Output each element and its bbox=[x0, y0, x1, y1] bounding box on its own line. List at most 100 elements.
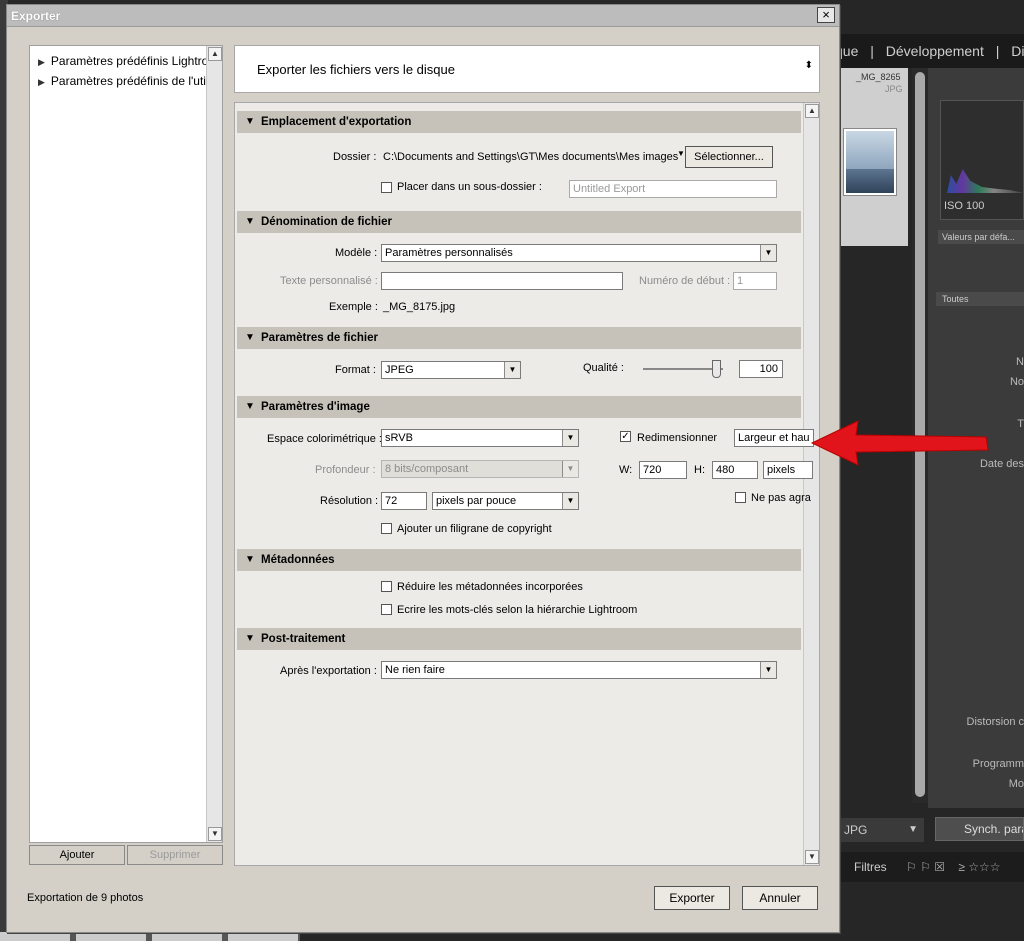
iso-readout: ISO 100 bbox=[944, 200, 985, 212]
photo-thumbnail[interactable] bbox=[843, 128, 897, 196]
metadata-label: No bbox=[1009, 376, 1024, 388]
template-label: Modèle : bbox=[335, 247, 378, 259]
section-title: Emplacement d'exportation bbox=[261, 116, 412, 128]
thumb-sky bbox=[846, 131, 894, 169]
template-select[interactable]: Paramètres personnalisés ▼ bbox=[381, 244, 777, 262]
select-folder-button[interactable]: Sélectionner... bbox=[685, 146, 773, 168]
preset-scrollbar[interactable]: ▲ ▼ bbox=[206, 46, 222, 842]
example-label: Exemple : bbox=[329, 301, 378, 313]
export-button[interactable]: Exporter bbox=[654, 886, 730, 910]
module-developpement[interactable]: Développement bbox=[886, 43, 984, 59]
section-header-file[interactable]: ▼ Paramètres de fichier bbox=[237, 327, 801, 349]
watermark-checkbox[interactable] bbox=[381, 523, 392, 534]
minimize-metadata-checkbox[interactable] bbox=[381, 581, 392, 592]
histogram-graph bbox=[947, 169, 1024, 193]
section-header-location[interactable]: ▼ Emplacement d'exportation bbox=[237, 111, 801, 133]
scroll-up-icon[interactable]: ▲ bbox=[805, 104, 819, 118]
close-button[interactable]: × bbox=[817, 7, 835, 23]
expand-triangle-icon[interactable]: ▶ bbox=[38, 57, 45, 67]
section-header-post-processing[interactable]: ▼ Post-traitement bbox=[237, 628, 801, 650]
template-value: Paramètres personnalisés bbox=[385, 247, 513, 259]
chevron-down-icon: ▼ bbox=[562, 430, 578, 446]
export-count-status: Exportation de 9 photos bbox=[27, 892, 144, 904]
start-number-input[interactable]: 1 bbox=[733, 272, 777, 290]
metadata-label: Programm bbox=[972, 758, 1024, 770]
format-label: Format : bbox=[335, 364, 376, 376]
add-preset-button[interactable]: Ajouter bbox=[29, 845, 125, 865]
metadata-label: T bbox=[1017, 418, 1024, 430]
section-header-image[interactable]: ▼ Paramètres d'image bbox=[237, 396, 801, 418]
file-type-dropdown[interactable]: JPG ▼ bbox=[840, 818, 924, 842]
format-value: JPEG bbox=[385, 364, 414, 376]
preset-group-label: Paramètres prédéfinis Lightroom bbox=[50, 54, 210, 68]
after-export-value: Ne rien faire bbox=[385, 664, 445, 676]
quality-slider-thumb[interactable] bbox=[712, 360, 721, 378]
color-space-select[interactable]: sRVB ▼ bbox=[381, 429, 579, 447]
remove-preset-button[interactable]: Supprimer bbox=[127, 845, 223, 865]
resize-mode-select[interactable]: Largeur et hau bbox=[734, 429, 814, 447]
section-header-naming[interactable]: ▼ Dénomination de fichier bbox=[237, 211, 801, 233]
module-picker: que | Développement | Dia bbox=[835, 34, 1024, 68]
chevron-down-icon: ▼ bbox=[908, 824, 918, 835]
module-separator: | bbox=[870, 43, 874, 59]
resolution-unit-select[interactable]: pixels par pouce ▼ bbox=[432, 492, 579, 510]
subfolder-input[interactable]: Untitled Export bbox=[569, 180, 777, 198]
dialog-titlebar[interactable]: Exporter × bbox=[7, 5, 839, 27]
collapse-triangle-icon: ▼ bbox=[245, 633, 255, 644]
filmstrip-thumbs bbox=[0, 932, 300, 941]
color-space-value: sRVB bbox=[385, 432, 413, 444]
star-filter-icon[interactable]: ≥ ☆☆☆ bbox=[958, 860, 1000, 874]
resize-checkbox[interactable]: ✓ bbox=[620, 431, 631, 442]
after-export-select[interactable]: Ne rien faire ▼ bbox=[381, 661, 777, 679]
collapse-triangle-icon: ▼ bbox=[245, 401, 255, 412]
file-type-value: JPG bbox=[844, 823, 868, 837]
quality-label: Qualité : bbox=[583, 362, 624, 374]
chevron-down-icon: ▼ bbox=[562, 461, 578, 477]
module-separator: | bbox=[995, 43, 1000, 59]
export-destination-select[interactable]: Exporter les fichiers vers le disque ⬍ bbox=[234, 45, 820, 93]
no-enlarge-checkbox[interactable] bbox=[735, 492, 746, 503]
preset-group-user[interactable]: ▶ Paramètres prédéfinis de l'utilisateur bbox=[38, 74, 210, 88]
width-input[interactable]: 720 bbox=[639, 461, 687, 479]
subfolder-checkbox[interactable] bbox=[381, 182, 392, 193]
format-select[interactable]: JPEG ▼ bbox=[381, 361, 521, 379]
sync-settings-button[interactable]: Synch. para bbox=[935, 817, 1024, 841]
color-space-label: Espace colorimétrique : bbox=[267, 433, 382, 445]
example-filename: _MG_8175.jpg bbox=[383, 301, 456, 313]
chevron-down-icon: ▼ bbox=[760, 662, 776, 678]
settings-scrollbar[interactable]: ▲ ▼ bbox=[803, 103, 819, 865]
custom-text-input[interactable] bbox=[381, 272, 623, 290]
keywords-hierarchy-checkbox[interactable] bbox=[381, 604, 392, 615]
watermark-label: Ajouter un filigrane de copyright bbox=[397, 523, 552, 535]
depth-select[interactable]: 8 bits/composant ▼ bbox=[381, 460, 579, 478]
scroll-down-icon[interactable]: ▼ bbox=[805, 850, 819, 864]
updown-chevron-icon: ⬍ bbox=[804, 60, 813, 71]
section-title: Paramètres d'image bbox=[261, 401, 370, 413]
width-label: W: bbox=[619, 464, 633, 476]
scroll-up-icon[interactable]: ▲ bbox=[208, 47, 222, 61]
metadata-filter[interactable]: Toutes bbox=[936, 292, 1024, 306]
quality-slider-track[interactable] bbox=[643, 368, 723, 370]
preset-group-label: Paramètres prédéfinis de l'utilisateur bbox=[50, 74, 210, 88]
folder-label: Dossier : bbox=[333, 151, 377, 163]
thumb-sea bbox=[846, 169, 894, 193]
size-unit-select[interactable]: pixels bbox=[763, 461, 813, 479]
section-header-metadata[interactable]: ▼ Métadonnées bbox=[237, 549, 801, 571]
thumb-filename: _MG_8265 bbox=[856, 72, 901, 82]
expand-triangle-icon[interactable]: ▶ bbox=[38, 77, 45, 87]
no-enlarge-label: Ne pas agra bbox=[751, 492, 811, 504]
defaults-dropdown[interactable]: Valeurs par défa... bbox=[938, 230, 1024, 244]
chevron-down-icon[interactable]: ▼ bbox=[677, 149, 685, 158]
cancel-button[interactable]: Annuler bbox=[742, 886, 818, 910]
quality-input[interactable]: 100 bbox=[739, 360, 783, 378]
preset-group-lightroom[interactable]: ▶ Paramètres prédéfinis Lightroom bbox=[38, 54, 210, 68]
scroll-down-icon[interactable]: ▼ bbox=[208, 827, 222, 841]
filter-bar: Filtres ⚐ ⚐ ☒ ≥ ☆☆☆ bbox=[840, 852, 1024, 882]
height-input[interactable]: 480 bbox=[712, 461, 758, 479]
checkmark-icon: ✓ bbox=[621, 431, 630, 442]
module-diaporama[interactable]: Dia bbox=[1011, 43, 1024, 59]
export-dialog: Exporter × ▶ Paramètres prédéfinis Lightr… bbox=[6, 4, 840, 933]
collapse-triangle-icon: ▼ bbox=[245, 332, 255, 343]
resolution-input[interactable]: 72 bbox=[381, 492, 427, 510]
flag-filter-icon[interactable]: ⚐ ⚐ ☒ bbox=[906, 860, 945, 874]
